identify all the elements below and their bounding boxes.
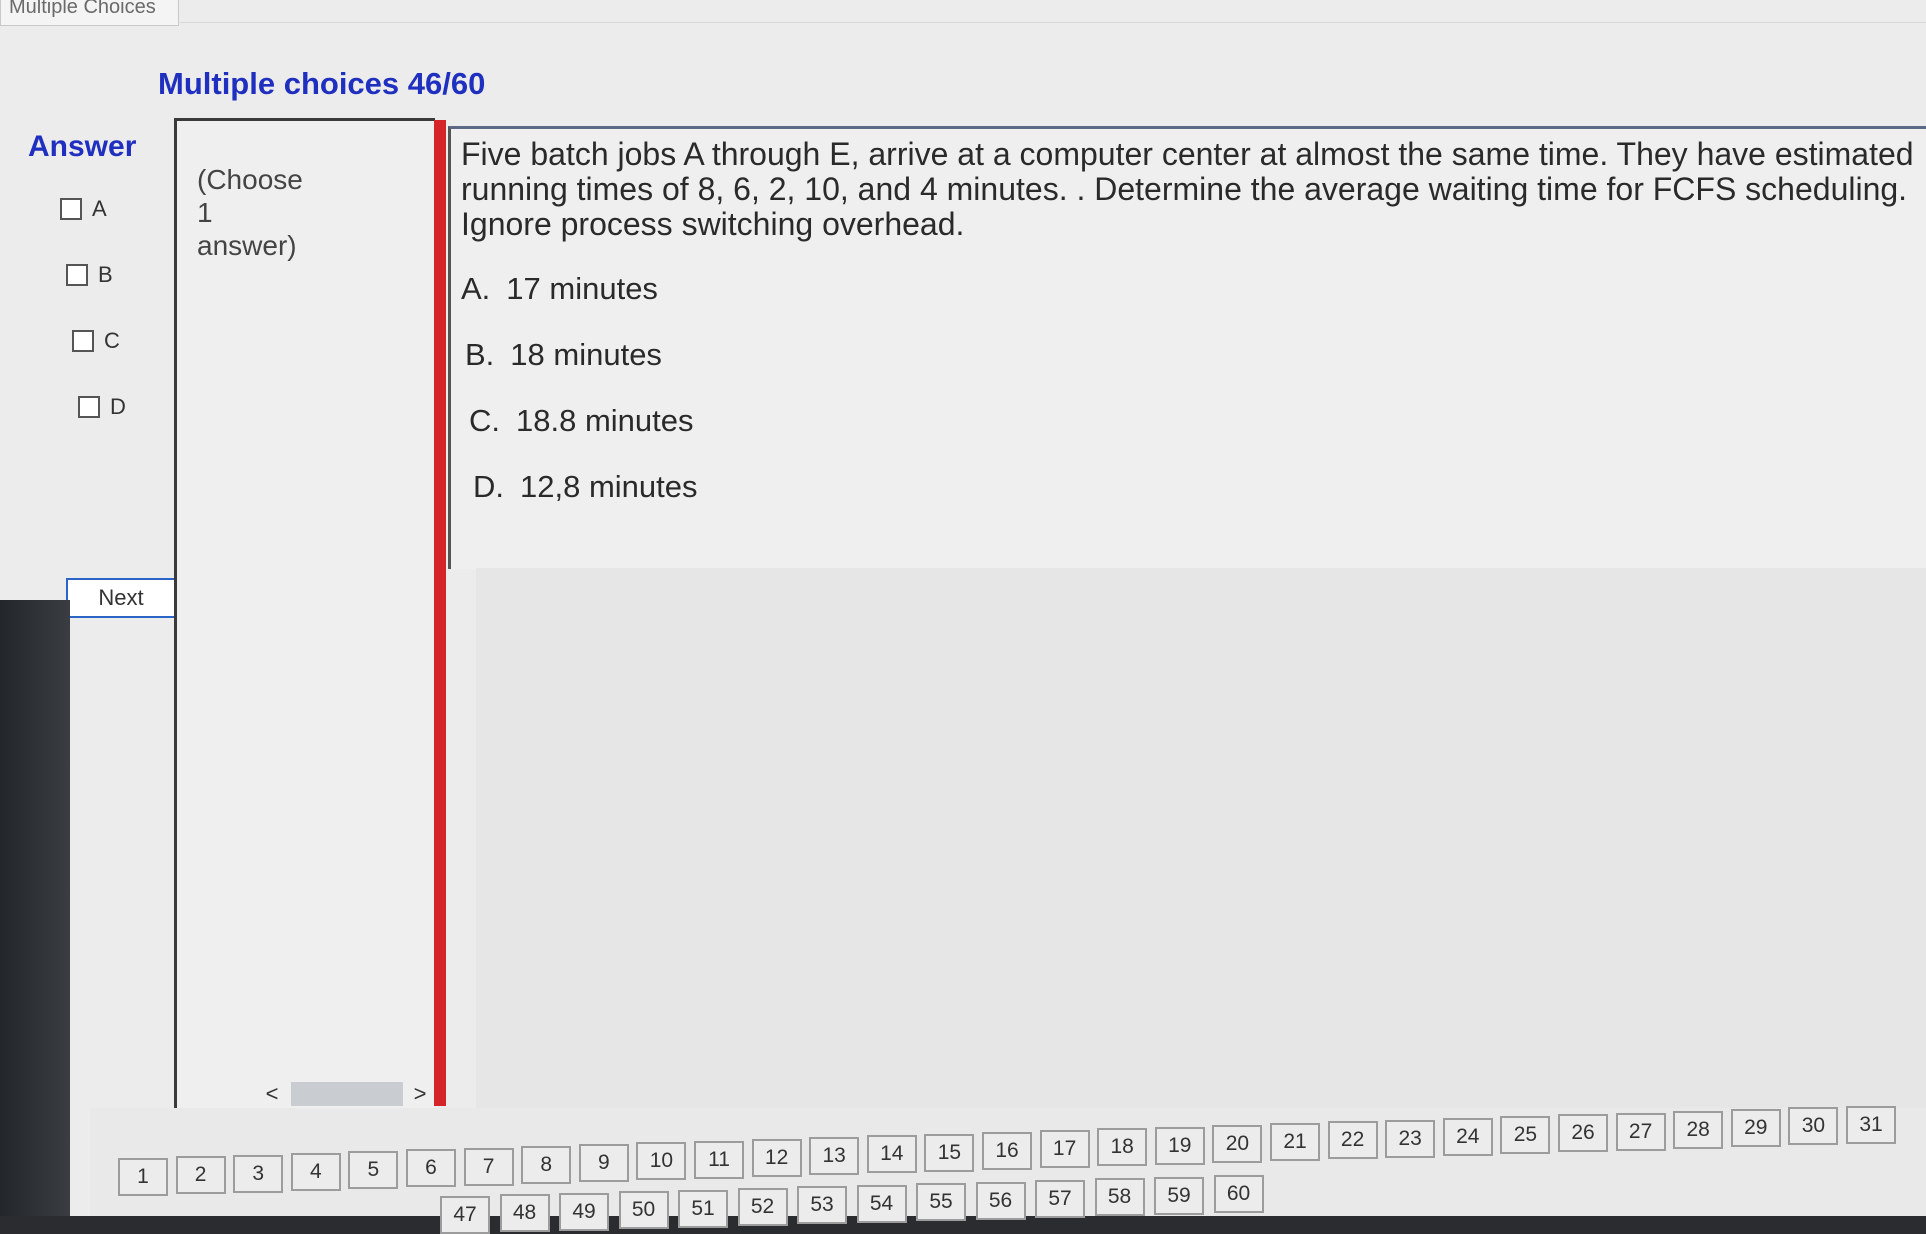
choice-b-letter: B.: [465, 337, 495, 372]
page-button[interactable]: 1: [118, 1158, 168, 1196]
page-button[interactable]: 26: [1558, 1114, 1608, 1153]
choice-a-letter: A.: [461, 271, 491, 306]
page-button[interactable]: 19: [1154, 1126, 1205, 1165]
scroll-track[interactable]: [283, 1082, 409, 1106]
page-button[interactable]: 31: [1846, 1105, 1896, 1144]
page-button[interactable]: 9: [578, 1144, 629, 1182]
answer-option-d-label: D: [110, 394, 126, 419]
scroll-left-arrow-icon[interactable]: <: [261, 1081, 283, 1107]
page-button[interactable]: 59: [1154, 1176, 1204, 1215]
question-text: Five batch jobs A through E, arrive at a…: [461, 136, 1914, 242]
page-button[interactable]: 8: [521, 1145, 572, 1184]
answer-label: Answer: [28, 130, 137, 163]
page-button[interactable]: 49: [559, 1192, 609, 1231]
answer-option-c[interactable]: C: [72, 328, 120, 354]
page-button[interactable]: 30: [1788, 1107, 1839, 1146]
choice-d: D. 12,8 minutes: [473, 469, 698, 505]
scroll-right-arrow-icon[interactable]: >: [409, 1081, 431, 1107]
splitter-bar[interactable]: [434, 120, 446, 1106]
page-button[interactable]: 23: [1385, 1119, 1436, 1158]
page-button[interactable]: 56: [975, 1181, 1026, 1220]
choice-c: C. 18.8 minutes: [469, 403, 694, 439]
choice-d-letter: D.: [473, 469, 504, 504]
answer-option-d[interactable]: D: [78, 394, 126, 420]
page-button[interactable]: 28: [1673, 1110, 1724, 1149]
page-button[interactable]: 10: [636, 1142, 687, 1181]
page-button[interactable]: 5: [348, 1151, 399, 1189]
page-button[interactable]: 20: [1212, 1124, 1263, 1163]
choice-b: B. 18 minutes: [465, 337, 662, 373]
choice-c-text: 18.8 minutes: [516, 403, 694, 438]
page-button[interactable]: 29: [1730, 1109, 1781, 1147]
answer-option-b[interactable]: B: [66, 262, 113, 288]
page-button[interactable]: 22: [1327, 1121, 1378, 1160]
question-panel: Five batch jobs A through E, arrive at a…: [448, 126, 1926, 569]
answer-option-a-label: A: [92, 196, 107, 221]
answer-option-a[interactable]: A: [60, 196, 107, 222]
checkbox-b[interactable]: [66, 264, 88, 286]
choice-c-letter: C.: [469, 403, 500, 438]
scroll-thumb[interactable]: [291, 1082, 403, 1106]
checkbox-a[interactable]: [60, 198, 82, 220]
page-button[interactable]: 54: [856, 1184, 907, 1223]
page-button[interactable]: 15: [924, 1133, 975, 1172]
page-button[interactable]: 17: [1039, 1130, 1090, 1168]
page-button[interactable]: 12: [751, 1138, 802, 1177]
page-button[interactable]: 55: [916, 1183, 966, 1222]
page-button[interactable]: 50: [618, 1191, 669, 1230]
quiz-window: Multiple Choices Multiple choices 46/60 …: [0, 0, 1926, 1234]
page-button[interactable]: 27: [1615, 1112, 1666, 1151]
page-button[interactable]: 47: [440, 1196, 490, 1234]
answer-option-b-label: B: [98, 262, 113, 287]
window-tab[interactable]: Multiple Choices: [0, 0, 179, 26]
page-button[interactable]: 53: [797, 1186, 847, 1225]
page-button[interactable]: 57: [1035, 1180, 1085, 1218]
choice-b-text: 18 minutes: [510, 337, 662, 372]
page-button[interactable]: 3: [233, 1154, 284, 1193]
tab-strip-divider: [180, 22, 1926, 23]
page-button[interactable]: 16: [982, 1131, 1032, 1170]
page-button[interactable]: 48: [499, 1194, 550, 1233]
checkbox-c[interactable]: [72, 330, 94, 352]
page-button[interactable]: 14: [866, 1135, 917, 1174]
page-button[interactable]: 13: [809, 1137, 860, 1175]
page-button[interactable]: 6: [406, 1149, 456, 1188]
page-button[interactable]: 58: [1094, 1178, 1145, 1217]
horizontal-scrollbar[interactable]: < >: [261, 1081, 431, 1107]
content-area: [476, 568, 1926, 1108]
monitor-bezel: [0, 600, 70, 1216]
page-button[interactable]: 60: [1213, 1175, 1264, 1214]
choice-a-text: 17 minutes: [506, 271, 658, 306]
page-button[interactable]: 25: [1500, 1116, 1551, 1154]
page-button[interactable]: 52: [737, 1188, 788, 1226]
page-button[interactable]: 18: [1097, 1128, 1148, 1167]
choice-a: A. 17 minutes: [461, 271, 658, 307]
page-button[interactable]: 4: [290, 1152, 341, 1191]
next-button[interactable]: Next: [66, 578, 176, 618]
page-button[interactable]: 7: [463, 1147, 514, 1186]
checkbox-d[interactable]: [78, 396, 100, 418]
page-button[interactable]: 21: [1270, 1123, 1320, 1161]
choose-instruction: (Choose 1 answer): [197, 164, 303, 261]
answer-option-c-label: C: [104, 328, 120, 353]
page-button[interactable]: 2: [175, 1156, 226, 1195]
page-button[interactable]: 51: [678, 1189, 728, 1228]
instruction-panel: (Choose 1 answer) < >: [174, 118, 435, 1111]
page-title: Multiple choices 46/60: [158, 66, 486, 101]
choice-d-text: 12,8 minutes: [520, 469, 698, 504]
page-button[interactable]: 24: [1442, 1117, 1493, 1156]
page-button[interactable]: 11: [694, 1140, 744, 1179]
